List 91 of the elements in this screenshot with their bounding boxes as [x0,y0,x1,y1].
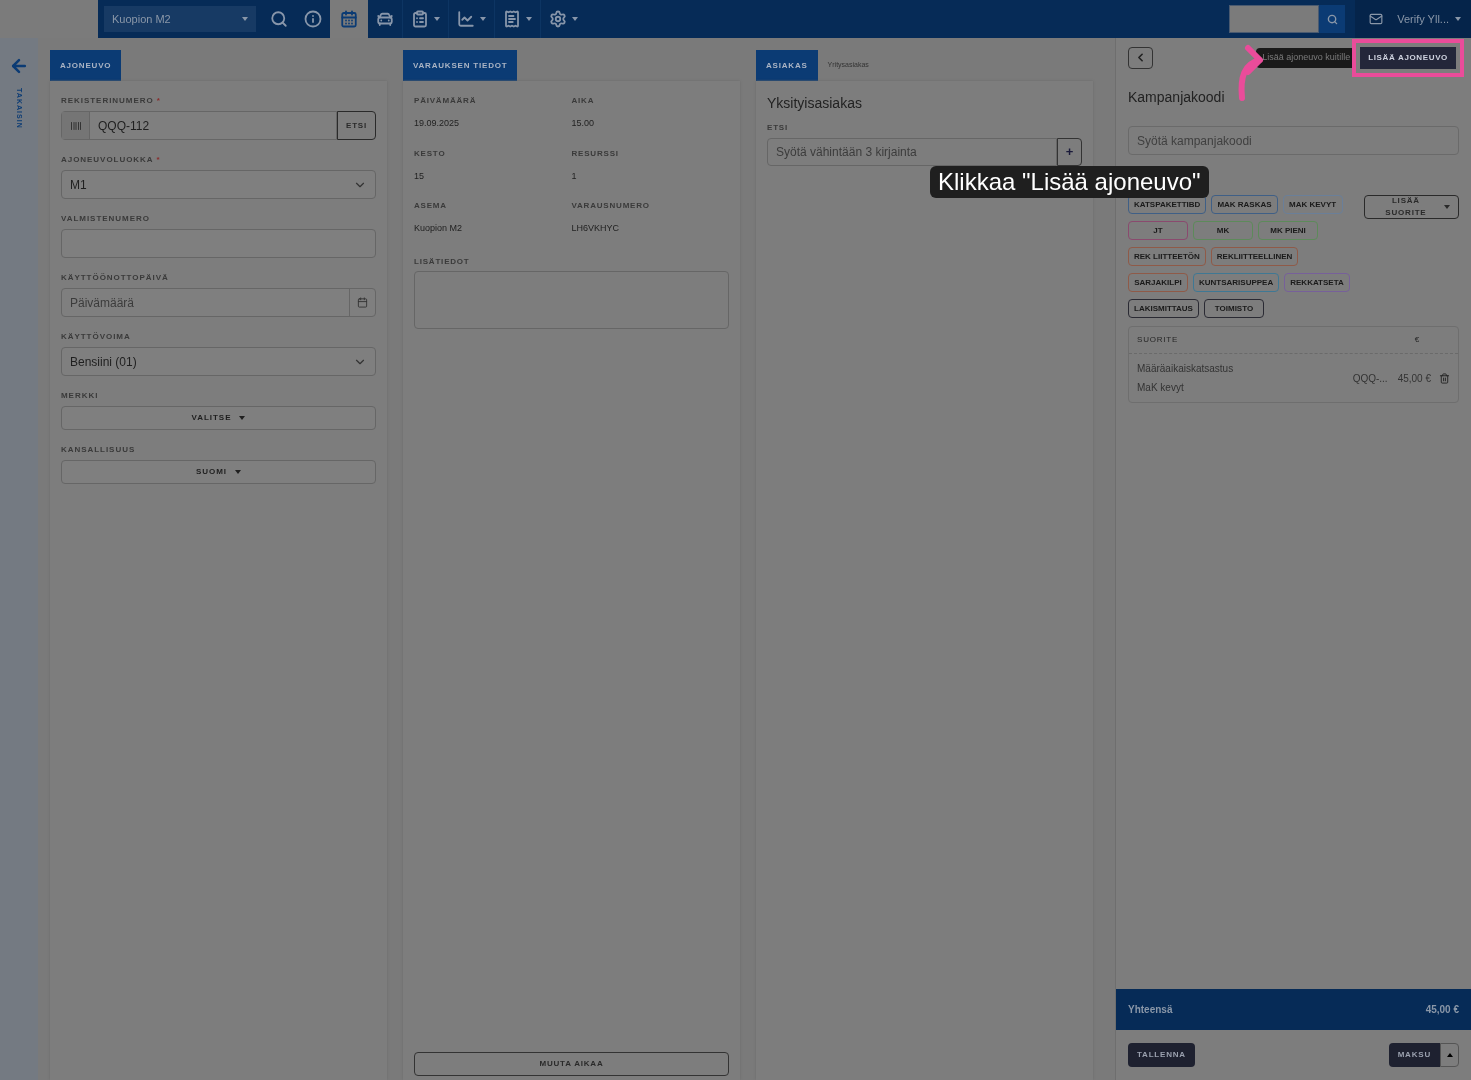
field-label: KESTO [414,147,447,160]
search-button[interactable] [1319,5,1346,33]
date-field[interactable]: Päivämäärä [61,288,376,317]
field-label: ETSI [767,122,789,134]
plate-field[interactable]: QQQ-112 [61,111,337,140]
caret-icon [572,17,578,21]
field-label: AIKA [571,95,596,107]
search-icon [1326,13,1338,25]
info-icon [304,10,322,28]
back-button[interactable] [1128,46,1153,69]
caret-icon [235,470,241,474]
field-value: 15.00 [571,117,596,130]
receipt-icon [503,10,521,28]
dropdown-button[interactable]: SUOMI [61,460,376,484]
campaign-code-field[interactable]: Syötä kampanjakoodi [1128,126,1459,155]
change-time-button[interactable]: MUUTA AIKAA [414,1052,729,1076]
customer-search-field[interactable]: Syötä vähintään 3 kirjainta [767,138,1057,166]
service-tag[interactable]: MK [1193,221,1253,240]
field-label: AJONEUVOLUOKKA * [61,154,162,166]
field-label: KÄYTTÖÖNOTTOPÄIVÄ [61,272,170,284]
field-value: 19.09.2025 [414,117,461,130]
section-tab[interactable]: VARAUKSEN TIEDOT [403,50,518,81]
customer-heading: Yksityisasiakas [767,94,863,113]
caret-icon [480,17,486,21]
barcode-icon [69,119,82,132]
pay-options-button[interactable] [1440,1043,1459,1067]
caret-icon [1446,1053,1453,1057]
service-tag[interactable]: KUNTSARISUPPEA [1193,273,1280,292]
station-select[interactable]: Kuopion M2 [104,6,256,32]
calendar-icon [340,10,358,28]
customer-tab[interactable]: ASIAKAS [756,50,818,81]
column-header: SUORITE [1137,334,1180,346]
service-tag[interactable]: JT [1128,221,1188,240]
field-label: VALMISTENUMERO [61,213,151,225]
service-subtitle: MaK kevyt [1137,381,1185,395]
nav-item[interactable] [330,0,368,38]
caret-icon [434,17,440,21]
car-icon [376,10,394,28]
caret-icon [526,17,532,21]
caret-icon [1455,17,1461,21]
service-tag[interactable]: REK LIITTEETÖN [1128,247,1206,266]
field-label: LISÄTIEDOT [414,255,471,268]
field-value: 15 [414,169,425,183]
chart-icon [457,10,475,28]
service-tag[interactable]: MK PIENI [1258,221,1318,240]
field-value: LH6VKHYC [571,222,621,235]
field-value: 1 [571,169,578,183]
field-value: Kuopion M2 [414,222,464,235]
save-button[interactable]: TALLENNA [1128,1043,1195,1067]
settings-icon [549,10,567,28]
field-label: KÄYTTÖVOIMA [61,331,132,343]
caret-icon [239,416,246,420]
caret-icon [242,17,248,21]
clipboard-icon [411,10,429,28]
trash-icon[interactable] [1439,372,1450,384]
service-tag[interactable]: LAKISMITTAUS [1128,299,1199,318]
service-name: Määräaikaiskatsastus [1137,362,1235,376]
field-label: KANSALLISUUS [61,444,137,456]
service-tag[interactable]: SARJAKILPI [1128,273,1188,292]
table-cell-text: QQQ-... [1352,371,1388,386]
select-field[interactable]: M1 [61,170,376,199]
service-tag[interactable]: REKLIITTEELLINEN [1210,247,1299,266]
input-field[interactable] [61,229,376,258]
total-amount: 45,00 € [1425,1003,1459,1017]
field-label: ASEMA [414,200,448,212]
section-tab[interactable]: AJONEUVO [50,50,122,81]
pay-button[interactable]: MAKSU [1388,1043,1440,1067]
mail-icon[interactable] [1369,12,1384,26]
service-tag[interactable]: MAK RASKAS [1211,195,1278,214]
hint-tooltip: Klikkaa "Lisää ajoneuvo" [930,166,1209,198]
field-label: RESURSSI [571,147,620,160]
campaign-heading: Kampanjakoodi [1128,88,1226,107]
back-arrow-icon[interactable] [9,56,29,76]
total-label: Yhteensä [1128,1003,1173,1017]
select-field[interactable]: Bensiini (01) [61,347,376,376]
field-label: PÄIVÄMÄÄRÄ [414,95,478,107]
dropdown-button[interactable]: VALITSE [61,406,376,430]
service-tag[interactable]: TOIMISTO [1203,299,1264,318]
search-button[interactable]: ETSI [337,111,376,140]
search-field[interactable] [1229,5,1320,33]
caret-icon [1444,205,1450,209]
field-label: REKISTERINUMERO * [61,95,162,107]
service-tag[interactable]: REKKATSETA [1284,273,1350,292]
search-icon [270,10,288,28]
field-label: MERKKI [61,390,100,402]
add-service-button[interactable]: LISÄÄ SUORITE [1363,195,1459,219]
calendar-icon [357,297,368,308]
service-tag[interactable]: MAK KEVYT [1282,195,1343,214]
column-header: € [1414,334,1420,346]
field-label: VARAUSNUMERO [571,200,651,212]
table-cell-text: 45,00 € [1397,371,1431,386]
